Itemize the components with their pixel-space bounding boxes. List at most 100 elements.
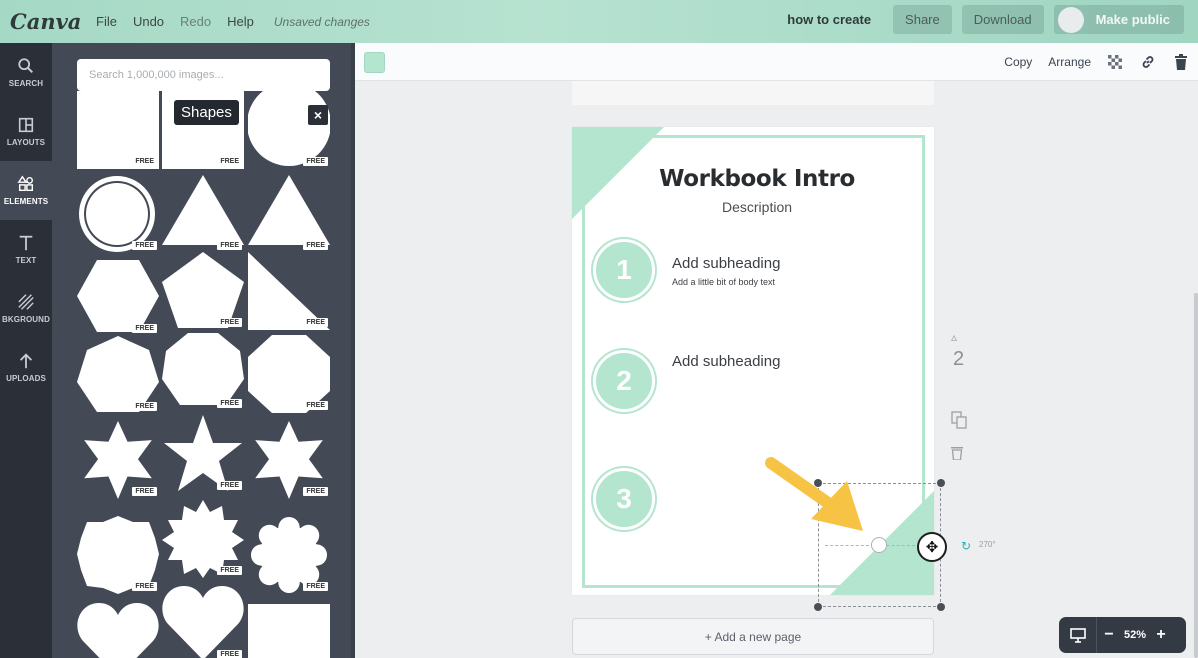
zoom-out-button[interactable]: − [1097,626,1121,644]
toolbar-actions: Copy Arrange [988,43,1190,81]
save-status: Unsaved changes [273,14,370,29]
download-button[interactable]: Download [961,5,1044,34]
shape-octagon[interactable]: FREE [248,335,330,413]
color-picker-swatch[interactable] [364,52,385,73]
free-badge: FREE [217,241,242,250]
zoom-in-button[interactable]: + [1149,626,1173,644]
free-badge: FREE [132,402,157,411]
trash-icon[interactable] [1172,53,1190,71]
page-description[interactable]: Description [572,199,934,215]
sidebar-item-elements[interactable]: ELEMENTS [0,161,52,220]
sidebar-item-background[interactable]: BKGROUND [0,279,52,338]
resize-handle[interactable] [937,479,945,487]
canva-editor: Canva File Undo Redo Help Unsaved change… [0,0,1198,658]
free-badge: FREE [303,241,328,250]
add-new-page-button[interactable]: + Add a new page [572,618,934,655]
shape-square[interactable]: FREE [77,91,159,169]
shapes-tooltip: Shapes [174,100,239,125]
editor-toolbar: Copy Arrange [355,43,1198,81]
free-badge: FREE [303,157,328,166]
free-badge: FREE [217,481,242,490]
shape-star-5[interactable]: FREE [162,415,244,493]
menu-help[interactable]: Help [227,14,254,29]
shape-octagon-alt[interactable]: FREE [162,333,244,411]
sidebar-item-search[interactable]: SEARCH [0,43,52,102]
copy-button[interactable]: Copy [1004,55,1032,69]
editor-scrollbar[interactable] [1194,293,1198,658]
make-public-toggle[interactable]: Make public [1053,5,1184,34]
shape-starburst[interactable]: FREE [162,500,244,578]
free-badge: FREE [132,582,157,591]
page-number: 2 [953,348,965,370]
free-badge: FREE [303,318,328,327]
free-badge: FREE [303,582,328,591]
free-badge: FREE [217,318,242,327]
shape-heart-alt[interactable]: FREE [162,584,244,658]
image-search-input[interactable] [77,59,330,91]
move-page-up-icon[interactable]: ▵ [951,330,957,344]
shape-ring[interactable]: FREE [77,175,159,253]
search-icon [18,58,34,74]
shape-star-6[interactable]: FREE [77,421,159,499]
rotation-guide-line [825,545,915,546]
previous-page[interactable] [572,81,934,105]
rotation-handle[interactable] [871,537,887,553]
free-badge: FREE [132,487,157,496]
shape-pentagon[interactable]: FREE [162,252,244,330]
link-icon[interactable] [1139,53,1157,71]
menu-file[interactable]: File [96,14,117,29]
move-cursor-icon: ✥ [917,532,947,562]
menu-undo[interactable]: Undo [133,14,164,29]
free-badge: FREE [217,399,242,408]
shape-scallop[interactable]: FREE [248,516,330,594]
free-badge: FREE [132,157,157,166]
sidebar-label: TEXT [15,256,37,265]
elements-panel: FREE FREE FREE Shapes × FREE FREE FREE F… [52,43,355,658]
sidebar-item-uploads[interactable]: UPLOADS [0,338,52,397]
duplicate-page-icon[interactable] [951,411,967,434]
shape-triangle[interactable]: FREE [162,175,244,253]
shape-star-6-alt[interactable]: FREE [248,421,330,499]
arrange-button[interactable]: Arrange [1048,55,1091,69]
sidebar-label: SEARCH [8,79,44,88]
free-badge: FREE [303,487,328,496]
transparency-icon[interactable] [1106,53,1124,71]
layouts-icon [18,117,34,133]
step-subheading[interactable]: Add subheading [672,255,780,272]
rotation-degrees: 270° [979,540,996,549]
step-body-text[interactable]: Add a little bit of body text [672,277,775,287]
top-right-actions: how to create Share Download Make public [787,5,1184,34]
zoom-level: 52% [1123,629,1147,641]
free-badge: FREE [303,401,328,410]
document-title[interactable]: how to create [787,12,871,27]
uploads-icon [19,353,33,369]
delete-page-icon[interactable] [951,446,963,465]
menu-redo[interactable]: Redo [180,14,211,29]
toggle-knob [1057,6,1084,33]
shape-circle[interactable]: FREE [247,82,331,169]
sidebar-item-layouts[interactable]: LAYOUTS [0,102,52,161]
step-number-circle[interactable]: 1 [593,239,655,301]
step-number-circle[interactable]: 3 [593,468,655,530]
resize-handle[interactable] [814,603,822,611]
present-icon[interactable] [1059,617,1097,653]
shape-right-triangle[interactable]: FREE [248,252,330,330]
shape-heptagon[interactable]: FREE [77,336,159,414]
sidebar-item-text[interactable]: TEXT [0,220,52,279]
editor-canvas-area: Copy Arrange Workbook Intro Description [355,43,1198,658]
close-icon[interactable]: × [308,105,328,125]
shape-badge[interactable]: FREE [77,516,159,594]
canva-logo[interactable]: Canva [10,9,81,34]
shape-triangle-alt[interactable]: FREE [248,175,330,253]
shape-square-alt[interactable] [248,604,330,658]
resize-handle[interactable] [937,603,945,611]
top-bar: Canva File Undo Redo Help Unsaved change… [0,0,1198,43]
step-number-circle[interactable]: 2 [593,350,655,412]
shape-hexagon[interactable]: FREE [77,258,159,336]
step-subheading[interactable]: Add subheading [672,353,780,370]
sidebar-label: ELEMENTS [3,197,49,206]
sidebar-label: BKGROUND [2,315,50,324]
share-button[interactable]: Share [893,5,952,34]
shape-heart[interactable] [77,601,159,658]
page-title[interactable]: Workbook Intro [572,166,934,192]
